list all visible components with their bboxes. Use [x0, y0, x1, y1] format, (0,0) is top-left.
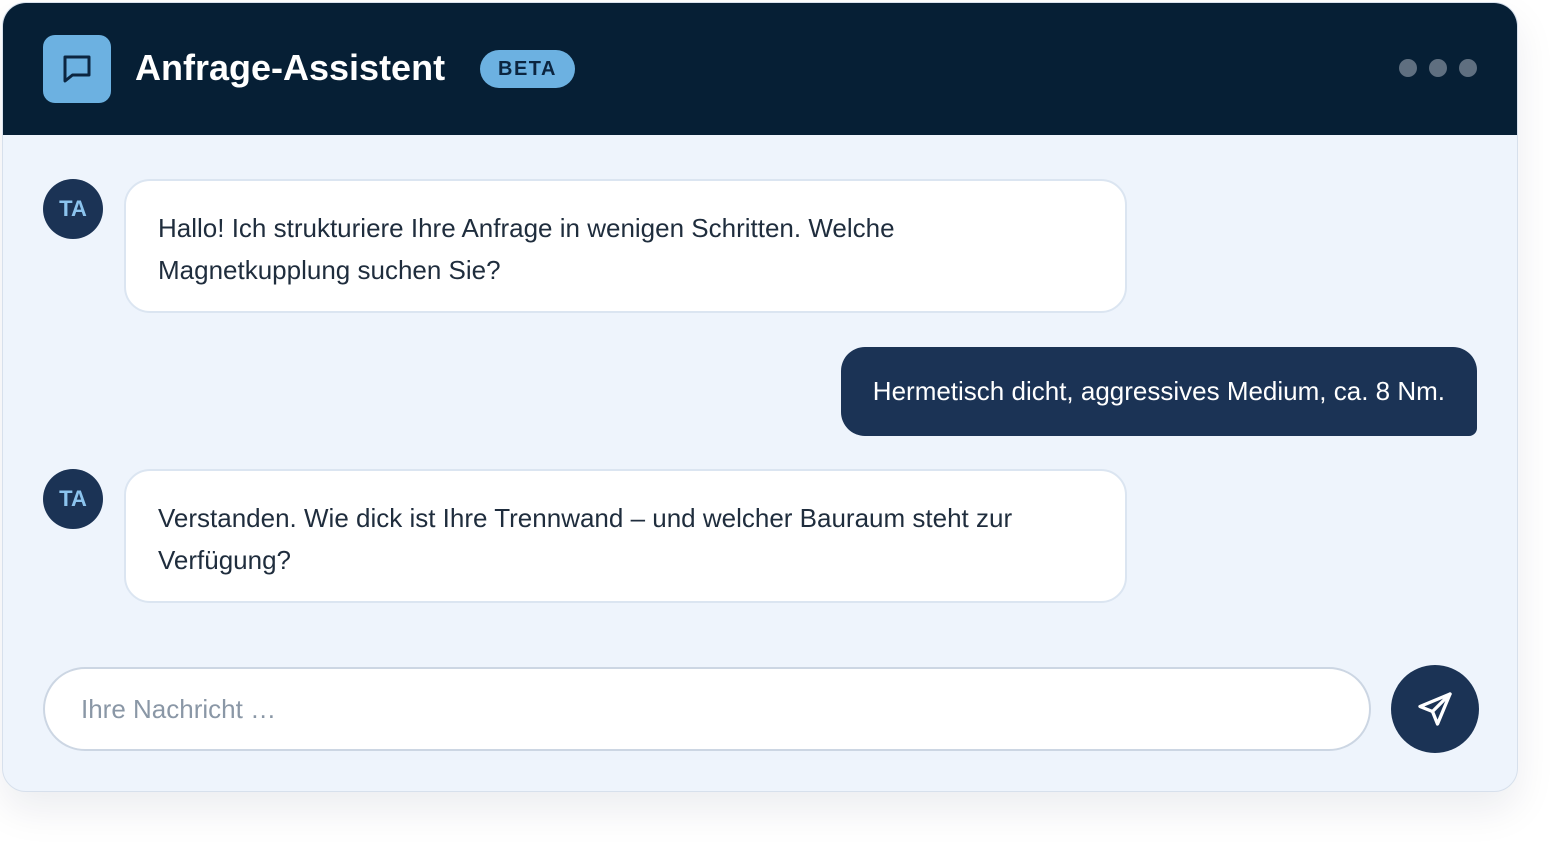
message-input[interactable] — [43, 667, 1371, 751]
chat-bubble-icon — [43, 35, 111, 103]
user-message: Hermetisch dicht, aggressives Medium, ca… — [840, 347, 1477, 436]
assistant-message: Verstanden. Wie dick ist Ihre Trennwand … — [124, 469, 1127, 603]
assistant-avatar: TA — [43, 469, 103, 529]
page-title: Anfrage-Assistent — [135, 47, 446, 88]
assistant-message: Hallo! Ich strukturiere Ihre Anfrage in … — [124, 179, 1127, 313]
beta-badge: BETA — [480, 50, 575, 88]
send-button[interactable] — [1391, 665, 1479, 753]
menu-dot — [1429, 59, 1447, 77]
chat-header: Anfrage-Assistent BETA — [3, 3, 1517, 135]
chat-window: Anfrage-Assistent BETA TA Hallo! Ich str… — [2, 2, 1518, 792]
menu-dot — [1399, 59, 1417, 77]
assistant-avatar: TA — [43, 179, 103, 239]
menu-dot — [1459, 59, 1477, 77]
send-icon — [1418, 692, 1452, 726]
more-dots-icon[interactable] — [1399, 59, 1477, 77]
